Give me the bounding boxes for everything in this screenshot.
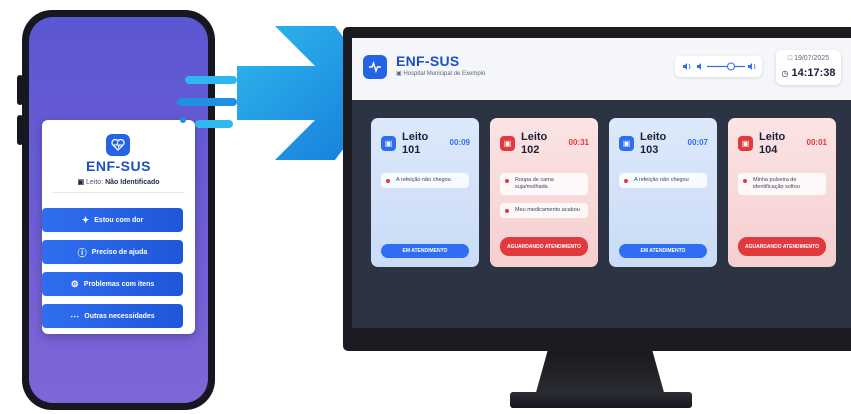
bed-timer: 00:09 [449,138,470,147]
other-needs-button-label: Outras necessidades [84,312,155,320]
status-button[interactable]: AGUARDANDO ATENDIMENTO [500,237,588,256]
bed-icon: ▣ [500,136,515,151]
request-item: Meu medicamento acabou [500,203,588,218]
bed-icon: ▣ [381,136,396,151]
help-icon: ⓘ [77,247,87,258]
status-button[interactable]: EM ATENDIMENTO [381,244,469,258]
bed-timer: 00:01 [806,138,827,147]
divider [52,192,185,193]
status-dot [505,179,509,183]
box-icon: ⚙ [70,278,79,289]
bed-label: Leito: [86,179,104,186]
pain-button-label: Estou com dor [94,216,144,224]
pulse-icon [363,55,387,79]
volume-control[interactable] [675,56,762,77]
dots-icon: ⋯ [70,310,80,321]
bed-label: Leito 104 [759,131,786,156]
hospital-icon: ▣ [396,71,402,77]
status-button[interactable]: AGUARDANDO ATENDIMENTO [738,237,826,256]
bed-timer: 00:07 [687,138,708,147]
clock-widget: □ 19/07/2025 ◷ 14:17:38 [776,50,841,85]
bed-identification: ▣ Leito: Não Identificado [42,178,195,186]
request-item: A refeição não chegou [619,173,707,188]
help-button[interactable]: ⓘ Preciso de ajuda [42,240,183,264]
bed-timer: 00:31 [568,138,589,147]
app-title: ENF-SUS [86,158,151,174]
nurse-dashboard: ENF-SUS ▣ Hospital Municipal de Exemplo … [352,38,851,328]
bed-icon: ▣ [77,179,85,186]
bed-card-102[interactable]: ▣ Leito 102 00:31 Roupa de cama suja/molh… [490,118,598,267]
status-dot [743,179,747,183]
request-item: Minha pulseira de identificação soltou [738,173,826,195]
status-dot [505,209,509,213]
bed-card-104[interactable]: ▣ Leito 104 00:01 Minha pulseira de ident… [728,118,836,267]
hospital-name: ▣ Hospital Municipal de Exemplo [396,70,485,77]
request-item: Roupa de cama suja/molhada [500,173,588,195]
dashboard-header: ENF-SUS ▣ Hospital Municipal de Exemplo … [352,38,851,100]
bed-card-103[interactable]: ▣ Leito 103 00:07 A refeição não chegou E… [609,118,717,267]
dashboard-title: ENF-SUS [396,53,460,69]
other-needs-button[interactable]: ⋯ Outras necessidades [42,304,183,328]
items-problem-button[interactable]: ⚙ Problemas com itens [42,272,183,296]
status-dot [386,179,390,183]
bed-card-101[interactable]: ▣ Leito 101 00:09 A refeição não chegou E… [371,118,479,267]
request-item: A refeição não chegou [381,173,469,188]
date-text: 19/07/2025 [794,55,830,62]
calendar-icon: □ [787,55,793,62]
time-display: ◷ 14:17:38 [776,67,841,79]
monitor-base [510,392,692,408]
bed-label: Leito 103 [640,131,667,156]
bed-label: Leito 101 [402,131,429,156]
bed-icon: ▣ [619,136,634,151]
bed-value: Não Identificado [105,179,160,186]
time-text: 14:17:38 [791,67,836,79]
status-button[interactable]: EM ATENDIMENTO [619,244,707,258]
bed-label: Leito 102 [521,131,548,156]
status-dot [624,179,628,183]
heart-monitor-icon [106,134,130,156]
volume-slider[interactable] [675,56,762,77]
bed-icon: ▣ [738,136,753,151]
date-display: □ 19/07/2025 [776,55,841,62]
items-problem-button-label: Problemas com itens [83,280,155,288]
help-button-label: Preciso de ajuda [91,248,148,256]
pain-icon: ✦ [81,214,90,225]
clock-icon: ◷ [781,69,789,78]
hospital-name-text: Hospital Municipal de Exemplo [403,71,486,77]
pain-button[interactable]: ✦ Estou com dor [42,208,183,232]
